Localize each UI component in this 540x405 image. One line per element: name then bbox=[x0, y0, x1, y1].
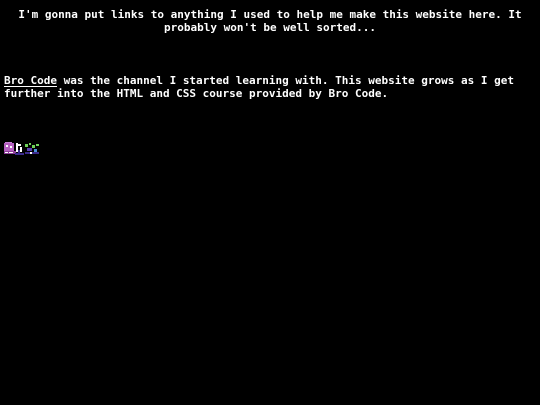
pixel-art-badge-icon[interactable] bbox=[3, 141, 41, 156]
bro-code-link[interactable]: Bro Code bbox=[4, 74, 57, 87]
bro-code-paragraph: Bro Code was the channel I started learn… bbox=[4, 74, 536, 100]
intro-text: I'm gonna put links to anything I used t… bbox=[18, 8, 522, 34]
bro-code-description: was the channel I started learning with.… bbox=[4, 74, 514, 100]
